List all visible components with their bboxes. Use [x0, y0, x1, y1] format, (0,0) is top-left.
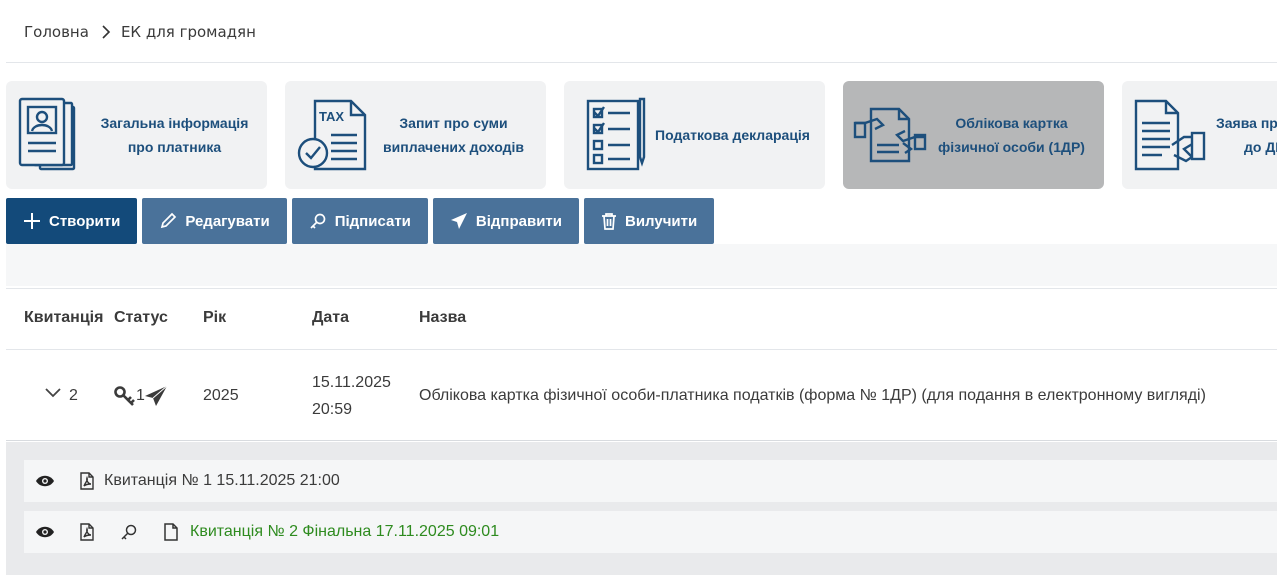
header-date[interactable]: Дата [312, 309, 349, 327]
pencil-icon [159, 212, 177, 230]
create-button[interactable]: Створити [6, 198, 138, 244]
breadcrumb: Головна ЕК для громадян [24, 20, 256, 44]
pdf-icon[interactable] [76, 472, 98, 490]
card-label: Загальна інформація про платника [100, 115, 249, 155]
eye-icon[interactable] [34, 474, 56, 488]
card-label: Облікова картка фізичної особи (1ДР) [938, 115, 1085, 155]
breadcrumb-current: ЕК для громадян [120, 23, 256, 41]
key-icon [113, 385, 137, 412]
card-general-info[interactable]: Загальна інформація про платника [6, 81, 267, 189]
checklist-icon [586, 97, 646, 171]
paper-plane-icon [144, 385, 168, 412]
key-icon [309, 212, 327, 230]
table-header: Квитанція Статус Рік Дата Назва [6, 288, 1277, 350]
delete-button[interactable]: Вилучити [584, 198, 715, 244]
year-cell: 2025 [203, 387, 239, 404]
pdf-icon[interactable] [76, 523, 98, 541]
header-name[interactable]: Назва [419, 309, 466, 327]
toolbar: Створити Редагувати Підписати Відправити… [6, 198, 715, 244]
card-label: Податкова декларація [655, 127, 810, 143]
sign-button[interactable]: Підписати [291, 198, 428, 244]
person-document-icon [18, 97, 76, 171]
divider [6, 62, 1277, 63]
card-1dr[interactable]: Облікова картка фізичної особи (1ДР) [843, 81, 1104, 189]
chevron-down-icon[interactable] [44, 386, 62, 404]
send-label: Відправити [475, 212, 562, 230]
card-income-request[interactable]: TAX Запит про суми виплачених доходів [285, 81, 546, 189]
eye-icon[interactable] [34, 525, 56, 539]
header-year[interactable]: Рік [203, 309, 226, 327]
receipt-item: Квитанція № 2 Фінальна 17.11.2025 09:01 [24, 511, 1277, 553]
edit-label: Редагувати [185, 212, 270, 230]
header-receipt[interactable]: Квитанція [24, 309, 103, 327]
breadcrumb-home[interactable]: Головна [24, 23, 89, 41]
receipt-link-final[interactable]: Квитанція № 2 Фінальна 17.11.2025 09:01 [190, 523, 499, 541]
category-cards: Загальна інформація про платника TAX Запи… [6, 81, 1277, 189]
handshake-document-icon [853, 107, 927, 163]
sign-label: Підписати [334, 212, 411, 230]
svg-text:TAX: TAX [319, 109, 344, 124]
tax-document-icon: TAX [297, 99, 367, 171]
trash-icon [601, 212, 617, 230]
card-label: Запит про суми виплачених доходів [383, 115, 524, 155]
send-button[interactable]: Відправити [432, 198, 579, 244]
name-cell: Облікова картка фізичної особи-платника … [419, 387, 1206, 404]
time-cell: 20:59 [312, 401, 353, 418]
receipt-count: 2 [69, 387, 78, 404]
header-status[interactable]: Статус [114, 309, 168, 327]
delete-label: Вилучити [625, 212, 698, 230]
table-row[interactable]: 2 1 2025 15.11.2025 20:59 Облікова картк… [6, 351, 1277, 441]
file-icon[interactable] [160, 523, 182, 541]
card-tax-declaration[interactable]: Податкова декларація [564, 81, 825, 189]
receipt-item: Квитанція № 1 15.11.2025 21:00 [24, 460, 1277, 502]
receipt-link[interactable]: Квитанція № 1 15.11.2025 21:00 [104, 472, 340, 490]
key-icon[interactable] [118, 523, 140, 541]
chevron-right-icon [101, 24, 111, 40]
plus-icon [23, 212, 41, 230]
card-label: Заява продо ДР [1216, 115, 1277, 155]
receipt-details: Квитанція № 1 15.11.2025 21:00 Квитанція… [6, 442, 1277, 575]
card-application[interactable]: Заява продо ДР [1122, 81, 1277, 189]
toolbar-band [6, 244, 1277, 286]
paper-plane-icon [450, 212, 468, 230]
date-cell: 15.11.2025 [312, 374, 391, 391]
hand-document-icon [1134, 99, 1206, 171]
edit-button[interactable]: Редагувати [142, 198, 287, 244]
create-label: Створити [49, 212, 121, 230]
